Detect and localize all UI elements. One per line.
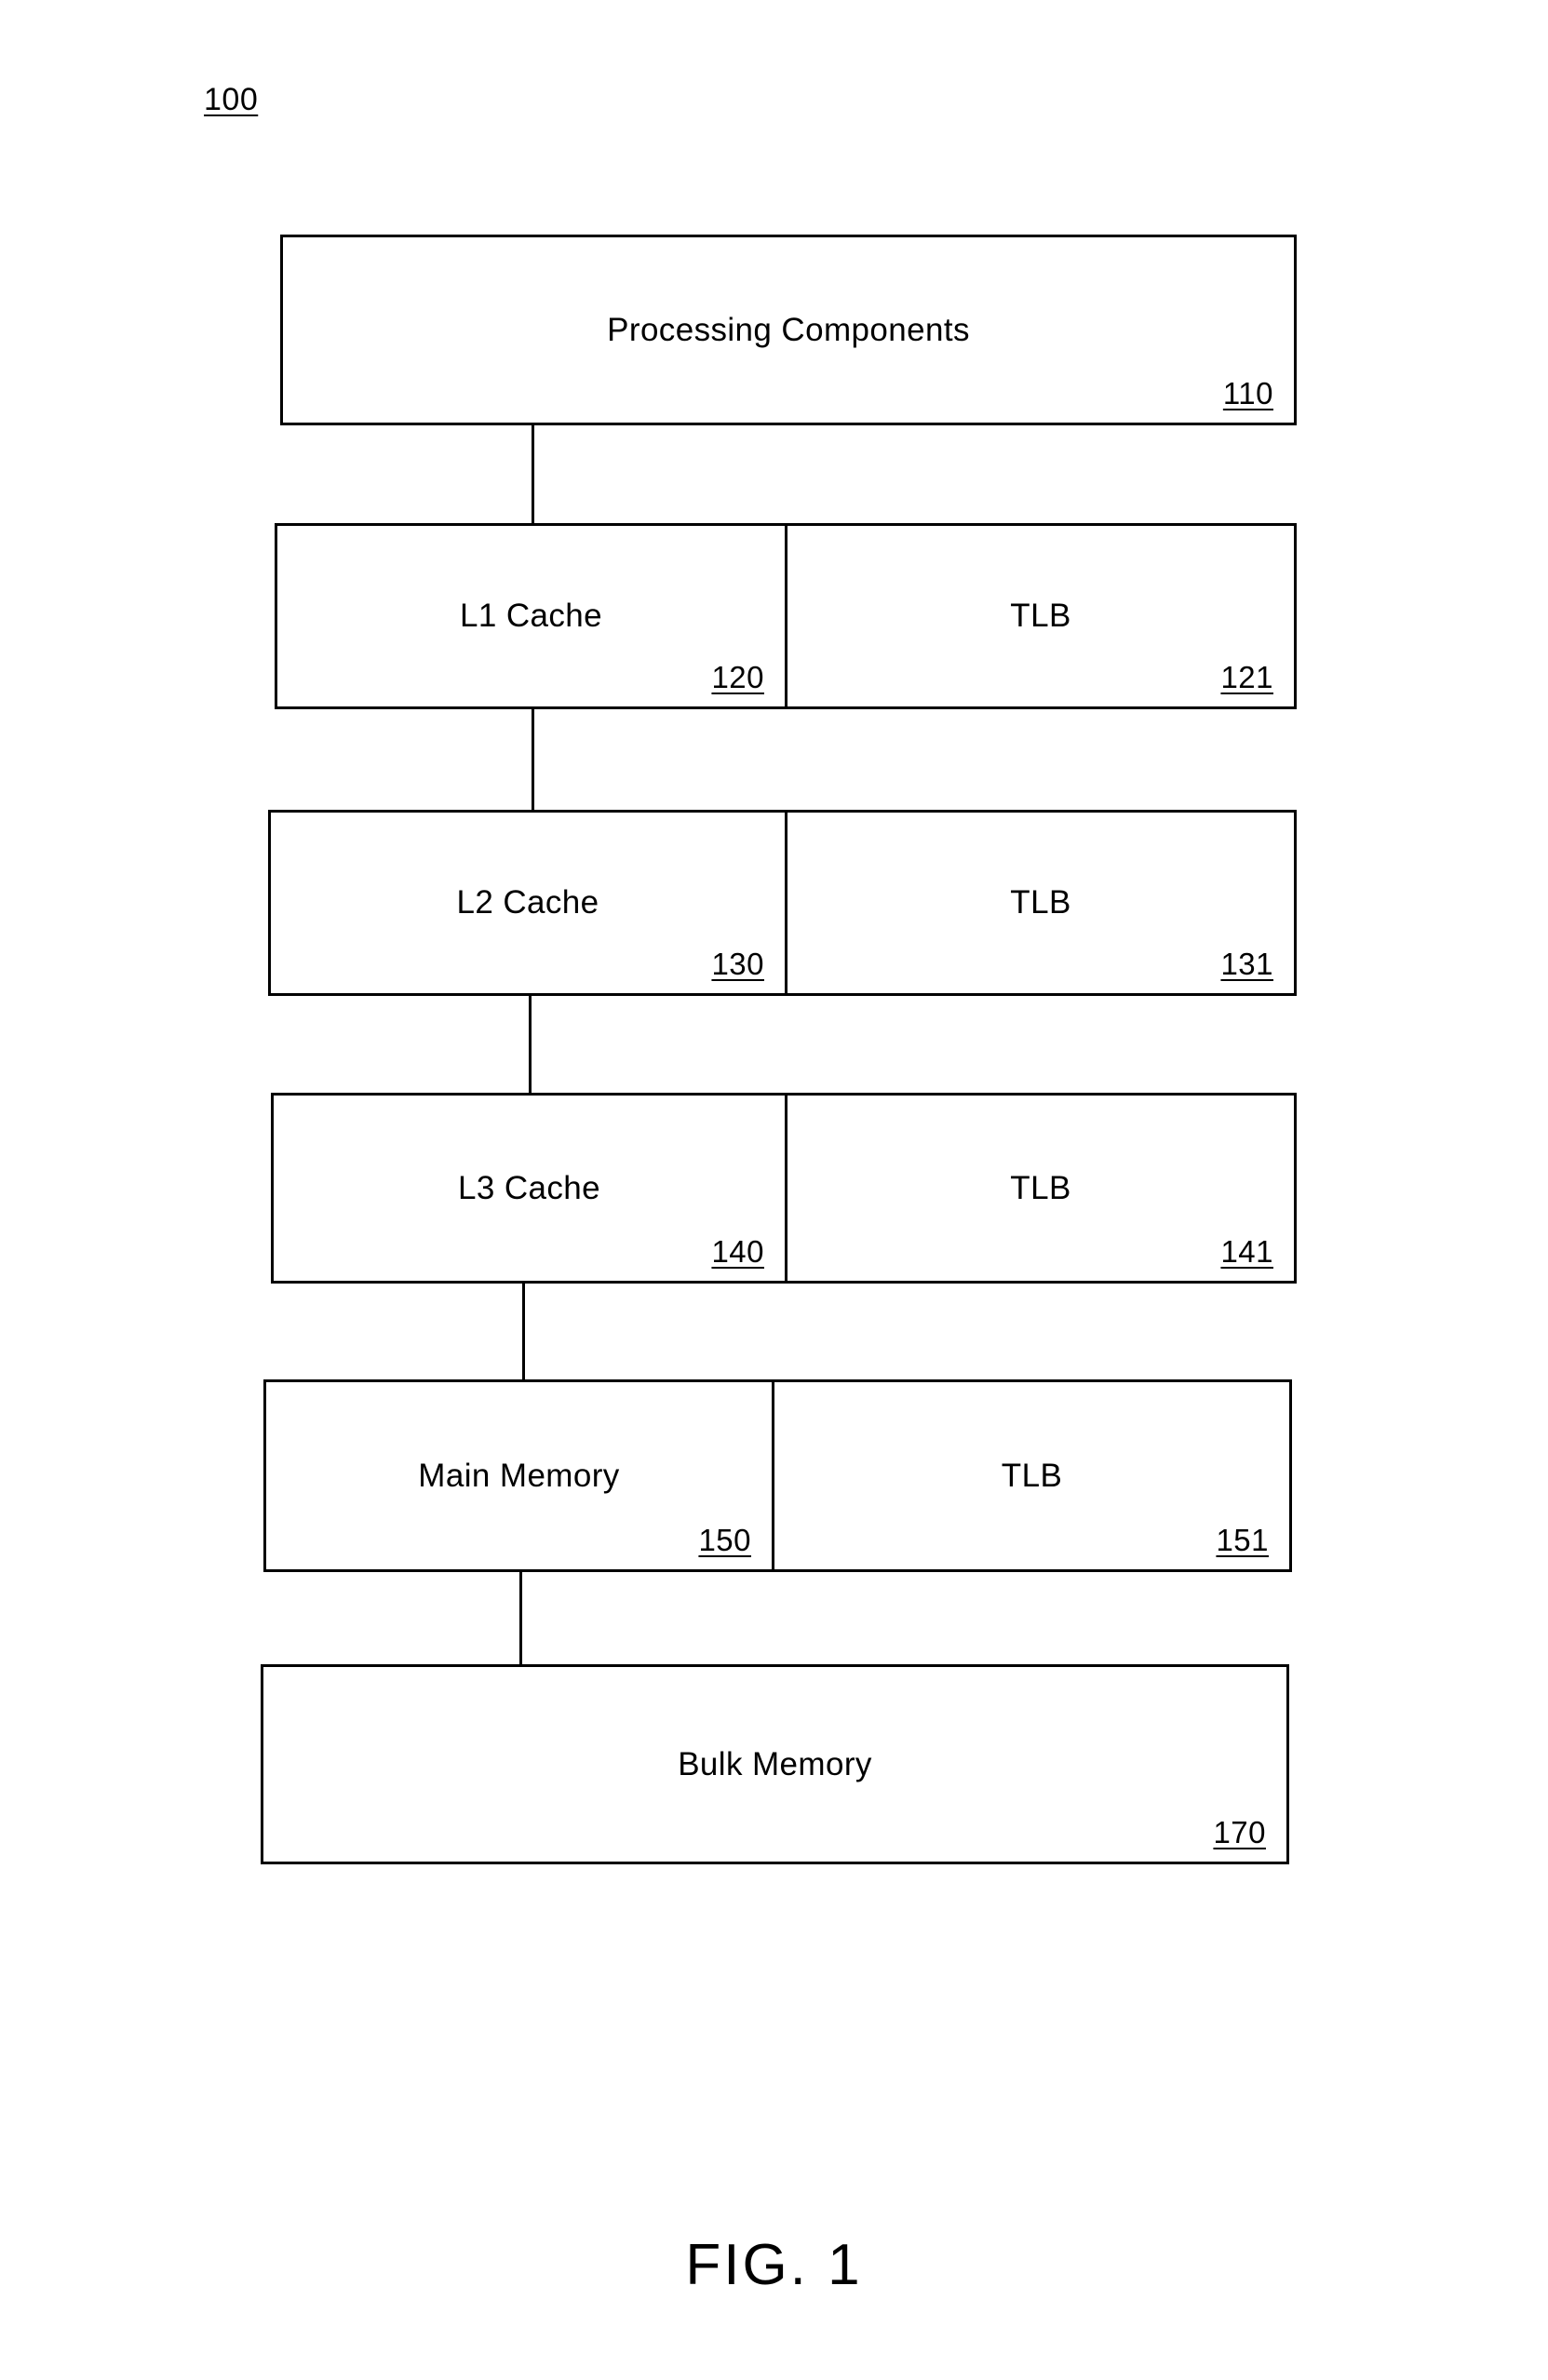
numeral-l3-tlb: 141 — [1220, 1234, 1273, 1269]
cell-processing-components: Processing Components 110 — [283, 237, 1294, 423]
figure-reference-numeral: 100 — [204, 82, 259, 117]
cell-main-memory: Main Memory 150 — [266, 1382, 774, 1569]
label-l3-cache: L3 Cache — [457, 1169, 601, 1206]
label-l1-cache: L1 Cache — [459, 598, 603, 634]
cell-l2-cache: L2 Cache 130 — [271, 813, 787, 993]
block-l1-cache: L1 Cache 120 TLB 121 — [275, 523, 1297, 709]
numeral-l2-tlb: 131 — [1220, 947, 1273, 981]
numeral-l1-cache: 120 — [711, 660, 764, 694]
connector-l2-to-l3 — [529, 996, 532, 1095]
connector-processing-to-l1 — [532, 425, 534, 525]
label-main-memory-tlb: TLB — [1001, 1457, 1063, 1494]
label-main-memory: Main Memory — [418, 1457, 620, 1494]
block-processing-components: Processing Components 110 — [280, 235, 1297, 425]
block-bulk-memory: Bulk Memory 170 — [261, 1664, 1289, 1864]
block-l2-cache: L2 Cache 130 TLB 131 — [268, 810, 1297, 996]
label-bulk-memory: Bulk Memory — [678, 1745, 872, 1782]
cell-l1-tlb: TLB 121 — [787, 526, 1294, 706]
numeral-bulk-memory: 170 — [1213, 1815, 1266, 1849]
cell-main-memory-tlb: TLB 151 — [774, 1382, 1289, 1569]
numeral-l1-tlb: 121 — [1220, 660, 1273, 694]
numeral-l3-cache: 140 — [711, 1234, 764, 1269]
numeral-l2-cache: 130 — [711, 947, 764, 981]
figure-sheet: 100 Processing Components 110 L1 Cache 1… — [0, 0, 1548, 2380]
numeral-processing-components: 110 — [1222, 376, 1273, 410]
label-l2-cache: L2 Cache — [456, 884, 599, 921]
cell-l3-cache: L3 Cache 140 — [274, 1096, 787, 1281]
connector-main-memory-to-bulk-memory — [519, 1572, 522, 1666]
numeral-main-memory: 150 — [698, 1523, 751, 1557]
cell-l1-cache: L1 Cache 120 — [277, 526, 787, 706]
cell-bulk-memory: Bulk Memory 170 — [263, 1667, 1286, 1862]
numeral-main-memory-tlb: 151 — [1216, 1523, 1269, 1557]
connector-l3-to-main-memory — [522, 1283, 525, 1381]
label-processing-components: Processing Components — [607, 311, 970, 348]
label-l1-tlb: TLB — [1010, 598, 1071, 634]
label-l2-tlb: TLB — [1010, 884, 1071, 921]
figure-caption: FIG. 1 — [685, 2233, 863, 2297]
connector-l1-to-l2 — [532, 709, 534, 812]
block-main-memory: Main Memory 150 TLB 151 — [263, 1379, 1292, 1572]
cell-l3-tlb: TLB 141 — [787, 1096, 1294, 1281]
block-l3-cache: L3 Cache 140 TLB 141 — [271, 1093, 1297, 1284]
cell-l2-tlb: TLB 131 — [787, 813, 1294, 993]
label-l3-tlb: TLB — [1010, 1169, 1071, 1206]
